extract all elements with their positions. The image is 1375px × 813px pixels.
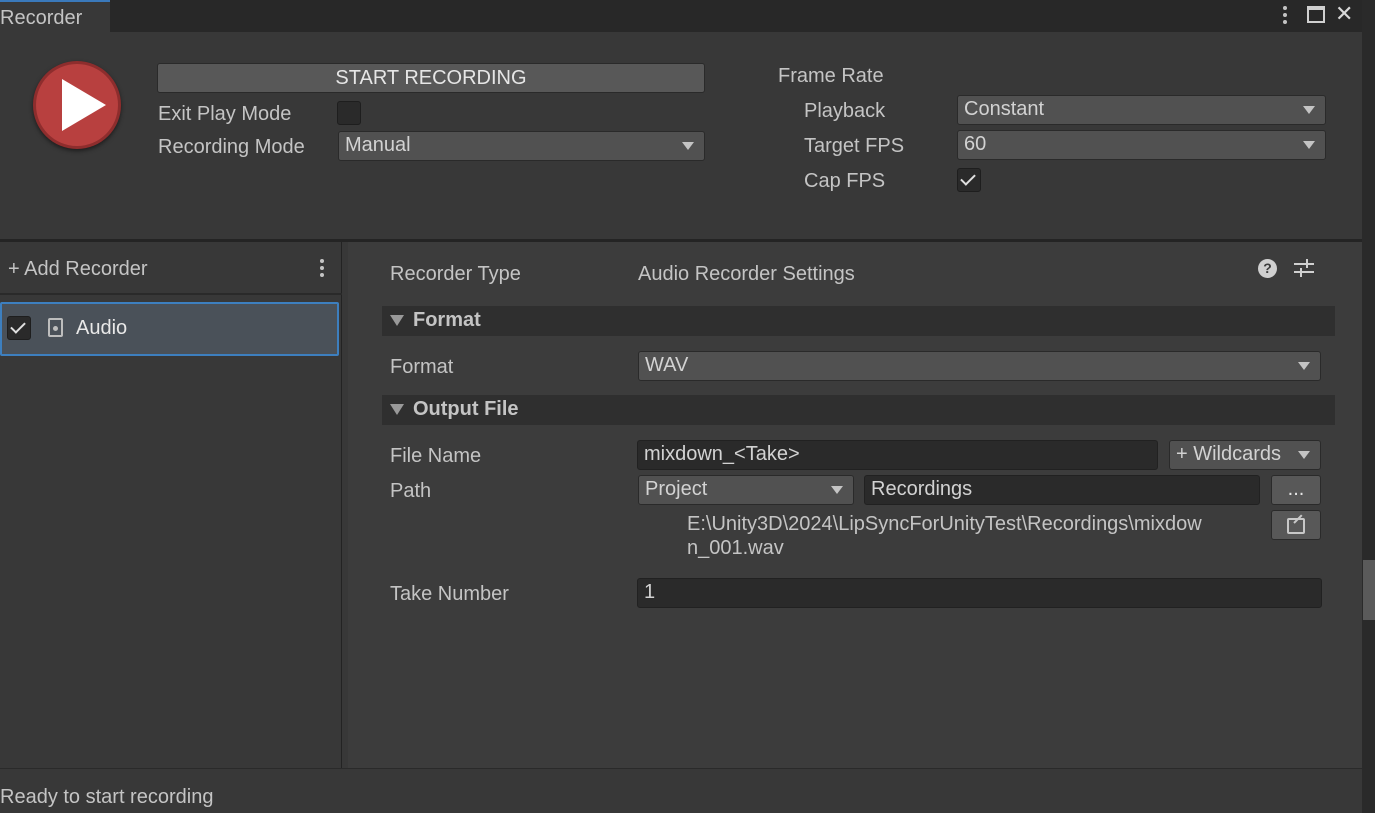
foldout-triangle-icon [390,404,404,415]
output-file-section-title: Output File [413,398,519,420]
target-fps-dropdown[interactable]: 60 [957,130,1326,160]
recorder-list-kebab-icon[interactable] [320,259,324,280]
path-folder-input[interactable]: Recordings [864,475,1260,505]
playback-dropdown[interactable]: Constant [957,95,1326,125]
add-recorder-button[interactable]: + Add Recorder [8,257,148,281]
browse-button[interactable]: ... [1271,475,1321,505]
wildcards-label: + Wildcards [1176,443,1282,465]
preset-sliders-icon[interactable] [1294,258,1314,278]
exit-play-mode-checkbox[interactable] [337,101,361,125]
open-external-button[interactable] [1271,510,1321,540]
chevron-down-icon [1298,362,1310,370]
recorder-list-item-label: Audio [76,317,128,339]
target-fps-value: 60 [964,133,987,155]
take-number-value: 1 [644,581,656,603]
audio-enabled-checkbox[interactable] [7,316,31,340]
chevron-down-icon [1303,106,1315,114]
exit-play-mode-label: Exit Play Mode [158,103,292,125]
format-label: Format [390,356,454,378]
open-external-icon [1287,514,1305,534]
foldout-triangle-icon [390,315,404,326]
recording-mode-dropdown[interactable]: Manual [338,131,705,161]
start-recording-button[interactable]: START RECORDING [157,63,705,93]
maximize-icon[interactable] [1307,6,1325,23]
file-name-label: File Name [390,445,482,467]
status-message: Ready to start recording [0,786,214,808]
cap-fps-label: Cap FPS [804,170,886,192]
chevron-down-icon [1303,141,1315,149]
checkmark-icon [10,318,26,334]
format-section-header[interactable]: Format [382,306,1335,336]
chevron-down-icon [682,142,694,150]
format-section-title: Format [413,309,481,331]
wildcards-dropdown[interactable]: + Wildcards [1169,440,1321,470]
list-header-divider [0,293,342,295]
file-name-value: mixdown_<Take> [644,443,800,465]
path-folder-value: Recordings [871,478,973,500]
window-tab-title: Recorder [0,7,83,29]
title-bar [0,0,1375,32]
chevron-down-icon [831,486,843,494]
path-label: Path [390,480,432,502]
status-bar: Ready to start recording [0,768,1362,813]
checkmark-icon [960,170,976,186]
scrollbar-thumb[interactable] [1363,560,1375,620]
right-edge-strip [1362,0,1375,813]
close-icon[interactable]: ✕ [1335,3,1353,25]
recording-mode-label: Recording Mode [158,136,305,158]
help-icon[interactable]: ? [1258,259,1277,278]
audio-file-icon [48,318,63,337]
recorder-type-value: Audio Recorder Settings [638,263,855,285]
playback-label: Playback [804,100,886,122]
record-play-icon[interactable] [33,61,121,149]
path-root-value: Project [645,478,708,500]
recording-mode-value: Manual [345,134,411,156]
format-dropdown[interactable]: WAV [638,351,1321,381]
file-name-input[interactable]: mixdown_<Take> [637,440,1158,470]
output-file-section-header[interactable]: Output File [382,395,1335,425]
recorder-list-item-audio[interactable]: Audio [0,302,339,356]
path-root-dropdown[interactable]: Project [638,475,854,505]
chevron-down-icon [1298,451,1310,459]
target-fps-label: Target FPS [804,135,905,157]
resolved-path-line1: E:\Unity3D\2024\LipSyncForUnityTest\Reco… [687,513,1202,535]
recorder-type-label: Recorder Type [390,263,521,285]
format-value: WAV [645,354,689,376]
window-tab[interactable]: Recorder [0,0,110,33]
resolved-path-line2: n_001.wav [687,537,784,559]
take-number-label: Take Number [390,583,509,605]
take-number-input[interactable]: 1 [637,578,1322,608]
playback-value: Constant [964,98,1045,120]
cap-fps-checkbox[interactable] [957,168,981,192]
kebab-icon[interactable] [1283,6,1287,27]
frame-rate-label: Frame Rate [778,65,884,87]
